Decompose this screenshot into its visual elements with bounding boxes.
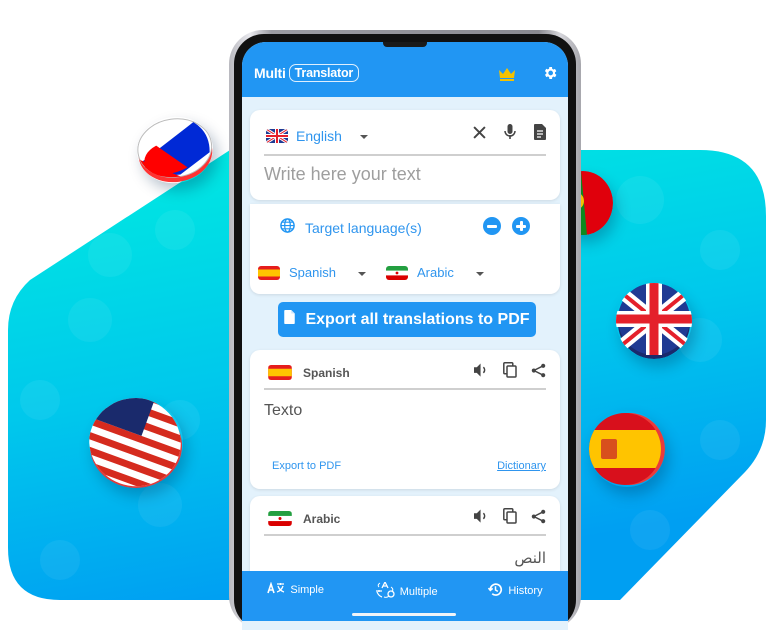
spain-flag-coin (589, 411, 665, 487)
spain-flag-icon (258, 265, 280, 280)
translation-text: Texto (264, 402, 303, 419)
app-logo: Multi Translator (254, 64, 360, 82)
globe-icon (280, 218, 295, 238)
chevron-down-icon (357, 271, 366, 276)
source-card: English (250, 110, 560, 200)
chevron-down-icon (359, 135, 368, 139)
target-language-name: Arabic (416, 265, 454, 280)
export-all-pdf-button[interactable]: Export all translations to PDF (278, 302, 536, 337)
uk-flag-coin (616, 283, 692, 359)
target-languages-label: Target language(s) (305, 220, 422, 236)
nav-multiple[interactable]: Multiple (375, 580, 438, 601)
target-language-name: Spanish (289, 265, 336, 280)
brand-second: Translator (288, 64, 360, 82)
remove-language-button[interactable] (483, 217, 501, 235)
target-language-selector[interactable]: Spanish (258, 265, 366, 280)
uk-flag-icon (266, 129, 288, 143)
speaker-icon[interactable] (474, 363, 489, 382)
translate-icon (267, 581, 285, 597)
target-language-selector[interactable]: Arabic (385, 265, 484, 280)
translation-card: Spanish Texto Export to PDF Dictionary (250, 350, 560, 489)
translation-text: النص (514, 550, 546, 567)
chevron-down-icon (475, 271, 484, 276)
microphone-icon[interactable] (504, 124, 516, 145)
source-language-name: English (296, 128, 342, 144)
phone-frame: Multi Translator English Write here your… (229, 30, 581, 630)
share-icon[interactable] (531, 509, 546, 529)
nav-history[interactable]: History (488, 582, 543, 600)
translation-language: Arabic (303, 511, 341, 526)
divider (264, 154, 546, 156)
nav-label: Simple (290, 583, 324, 596)
brand-first: Multi (254, 65, 286, 81)
iran-flag-icon (268, 511, 292, 526)
share-icon[interactable] (531, 363, 546, 383)
copy-icon[interactable] (503, 508, 517, 529)
divider (264, 388, 546, 390)
dictionary-link[interactable]: Dictionary (497, 460, 546, 472)
source-language-selector[interactable]: English (266, 128, 368, 144)
gear-icon[interactable] (542, 65, 558, 86)
target-languages-card: Target language(s) Spanish Arabic (250, 204, 560, 294)
source-text-input[interactable] (264, 164, 546, 185)
speaker-icon[interactable] (474, 509, 489, 528)
divider (264, 534, 546, 536)
spain-flag-icon (268, 365, 292, 380)
nav-simple[interactable]: Simple (267, 581, 324, 597)
home-indicator[interactable] (352, 613, 456, 616)
phone-notch (383, 42, 427, 47)
document-icon (284, 310, 296, 329)
export-all-label: Export all translations to PDF (305, 310, 530, 328)
close-icon[interactable] (473, 125, 486, 144)
document-icon[interactable] (534, 124, 546, 145)
iran-flag-icon (385, 265, 408, 280)
multi-translate-icon (375, 580, 395, 601)
translation-language: Spanish (303, 365, 350, 380)
add-language-button[interactable] (512, 217, 530, 235)
app-bar: Multi Translator (242, 42, 568, 97)
crown-icon[interactable] (498, 67, 516, 86)
app-screen: Multi Translator English Write here your… (242, 42, 568, 630)
nav-label: History (508, 585, 543, 597)
nav-label: Multiple (399, 585, 438, 598)
copy-icon[interactable] (503, 362, 517, 383)
export-pdf-link[interactable]: Export to PDF (272, 460, 341, 472)
usa-flag-coin (89, 398, 183, 488)
history-icon (488, 582, 503, 600)
